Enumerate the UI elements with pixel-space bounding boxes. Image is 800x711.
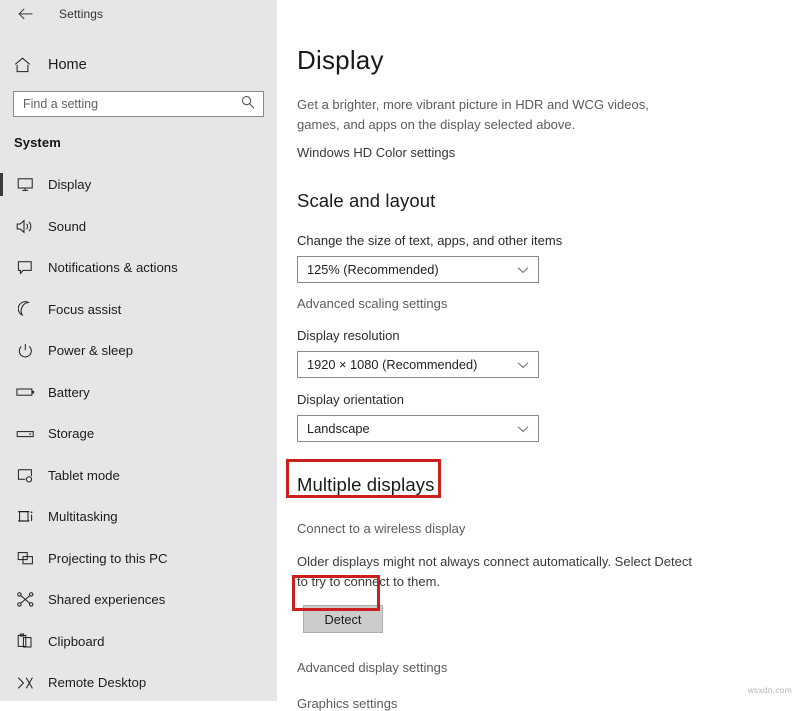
sidebar-item-label: Storage bbox=[48, 426, 95, 442]
sidebar-group-title: System bbox=[14, 135, 61, 150]
resolution-dropdown[interactable]: 1920 × 1080 (Recommended) bbox=[297, 351, 539, 378]
hdr-description: Get a brighter, more vibrant picture in … bbox=[297, 97, 649, 132]
sidebar-item-sound[interactable]: Sound bbox=[0, 206, 277, 248]
connect-wireless-display-link[interactable]: Connect to a wireless display bbox=[297, 521, 800, 536]
search-input[interactable] bbox=[14, 92, 235, 116]
sidebar-item-label: Clipboard bbox=[48, 633, 105, 649]
sidebar-item-label: Battery bbox=[48, 384, 90, 400]
scale-and-layout-heading: Scale and layout bbox=[297, 190, 436, 211]
sidebar-item-shared-experiences[interactable]: Shared experiences bbox=[0, 579, 277, 621]
projecting-icon bbox=[14, 551, 36, 566]
watermark: wsxdn.com bbox=[747, 685, 792, 695]
sidebar-item-label: Multitasking bbox=[48, 509, 118, 525]
sidebar-item-clipboard[interactable]: Clipboard bbox=[0, 621, 277, 663]
sidebar-item-label: Notifications & actions bbox=[48, 260, 178, 276]
sidebar-item-power-sleep[interactable]: Power & sleep bbox=[0, 330, 277, 372]
orientation-label: Display orientation bbox=[297, 392, 404, 407]
resolution-label: Display resolution bbox=[297, 328, 400, 343]
sidebar-item-label: Tablet mode bbox=[48, 467, 120, 483]
storage-icon bbox=[14, 428, 36, 440]
resolution-dropdown-value: 1920 × 1080 (Recommended) bbox=[307, 357, 478, 372]
settings-window: Settings Home System bbox=[0, 0, 800, 711]
sidebar-item-label: Power & sleep bbox=[48, 343, 134, 359]
home-icon bbox=[14, 57, 36, 73]
notification-icon bbox=[14, 260, 36, 275]
sidebar-item-focus-assist[interactable]: Focus assist bbox=[0, 289, 277, 331]
sidebar-item-tablet-mode[interactable]: Tablet mode bbox=[0, 455, 277, 497]
scale-label: Change the size of text, apps, and other… bbox=[297, 233, 563, 248]
sidebar-item-label: Projecting to this PC bbox=[48, 550, 168, 566]
home-label: Home bbox=[48, 57, 87, 73]
window-title: Settings bbox=[59, 7, 104, 21]
orientation-dropdown[interactable]: Landscape bbox=[297, 415, 539, 442]
sidebar-item-notifications[interactable]: Notifications & actions bbox=[0, 247, 277, 289]
share-icon bbox=[14, 592, 36, 607]
sidebar-item-battery[interactable]: Battery bbox=[0, 372, 277, 414]
monitor-icon bbox=[14, 177, 36, 192]
remote-desktop-icon bbox=[14, 676, 36, 690]
chevron-down-icon bbox=[517, 266, 529, 274]
sidebar-item-storage[interactable]: Storage bbox=[0, 413, 277, 455]
page-title: Display bbox=[297, 45, 384, 75]
advanced-scaling-settings-link[interactable]: Advanced scaling settings bbox=[297, 296, 800, 311]
sidebar-item-label: Shared experiences bbox=[48, 592, 166, 608]
search-icon[interactable] bbox=[241, 95, 255, 114]
chevron-down-icon bbox=[517, 361, 529, 369]
tablet-icon bbox=[14, 468, 36, 483]
detect-button[interactable]: Detect bbox=[303, 605, 383, 633]
sidebar-item-label: Sound bbox=[48, 218, 87, 234]
sidebar-item-label: Display bbox=[48, 177, 92, 193]
orientation-dropdown-value: Landscape bbox=[307, 421, 370, 436]
sidebar-item-projecting[interactable]: Projecting to this PC bbox=[0, 538, 277, 580]
sidebar-item-label: Remote Desktop bbox=[48, 675, 147, 691]
sidebar-item-home[interactable]: Home bbox=[0, 50, 277, 80]
sidebar-item-label: Focus assist bbox=[48, 301, 122, 317]
sidebar-item-display[interactable]: Display bbox=[0, 164, 277, 206]
speaker-icon bbox=[14, 219, 36, 234]
main-content: Display Get a brighter, more vibrant pic… bbox=[277, 0, 800, 711]
back-arrow-icon[interactable] bbox=[12, 2, 38, 26]
windows-hd-color-settings-link[interactable]: Windows HD Color settings bbox=[297, 145, 800, 160]
detect-description: Older displays might not always connect … bbox=[297, 554, 692, 589]
scale-dropdown-value: 125% (Recommended) bbox=[307, 262, 439, 277]
sidebar-item-remote-desktop[interactable]: Remote Desktop bbox=[0, 662, 277, 704]
chevron-down-icon bbox=[517, 425, 529, 433]
search-box[interactable] bbox=[13, 91, 264, 117]
multitasking-icon bbox=[14, 509, 36, 524]
sidebar-nav: Display Sound Notifications & actions Fo… bbox=[0, 164, 277, 704]
advanced-display-settings-link[interactable]: Advanced display settings bbox=[297, 660, 800, 675]
scale-dropdown[interactable]: 125% (Recommended) bbox=[297, 256, 539, 283]
power-icon bbox=[14, 343, 36, 359]
clipboard-icon bbox=[14, 633, 36, 649]
sidebar: Settings Home System bbox=[0, 0, 277, 701]
multiple-displays-heading: Multiple displays bbox=[297, 474, 435, 495]
sidebar-item-multitasking[interactable]: Multitasking bbox=[0, 496, 277, 538]
title-bar: Settings bbox=[0, 0, 277, 28]
moon-icon bbox=[14, 301, 36, 317]
battery-icon bbox=[14, 386, 36, 398]
graphics-settings-link[interactable]: Graphics settings bbox=[297, 696, 800, 711]
hdr-description-block: Get a brighter, more vibrant picture in … bbox=[297, 95, 800, 160]
